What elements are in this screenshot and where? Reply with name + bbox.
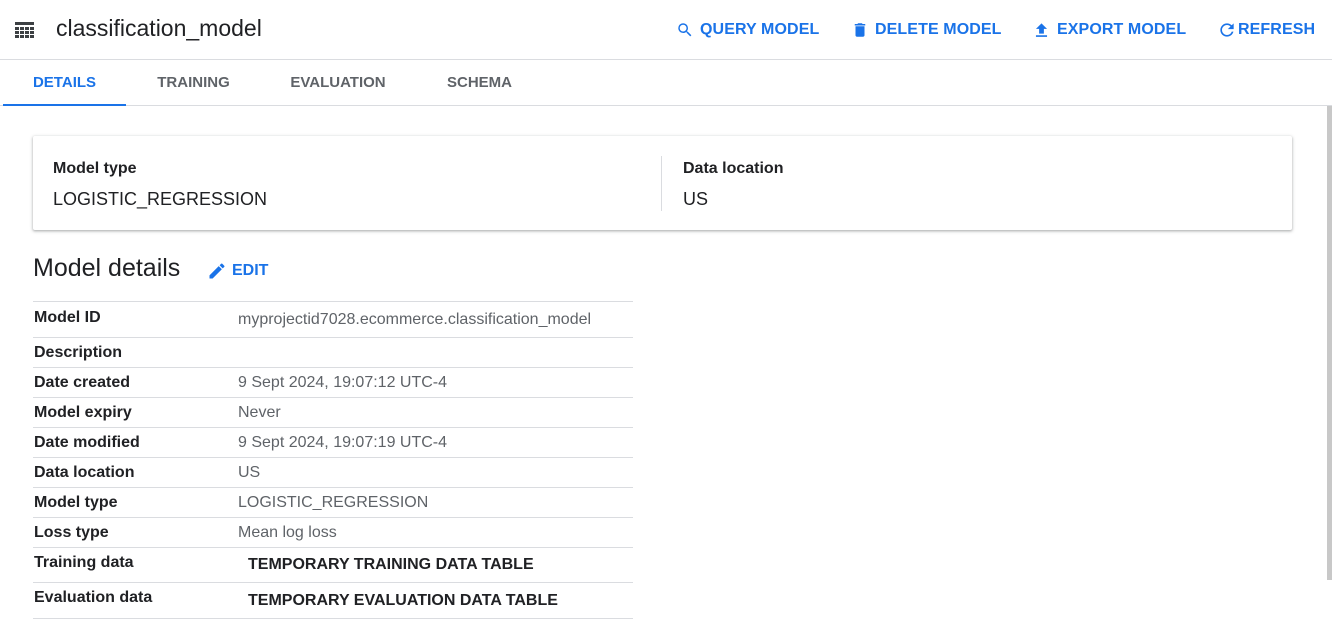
trash-icon (854, 23, 866, 37)
detail-key: Training data (34, 553, 134, 571)
model-details-table: Model ID myprojectid7028.ecommerce.class… (33, 301, 633, 619)
model-type-label: Model type (53, 160, 137, 177)
edit-label: EDIT (232, 262, 269, 279)
detail-key: Date modified (34, 433, 140, 451)
refresh-label: REFRESH (1238, 21, 1316, 38)
detail-value: 9 Sept 2024, 19:07:12 UTC-4 (238, 373, 448, 391)
detail-value: LOGISTIC_REGRESSION (238, 493, 429, 511)
delete-model-button[interactable]: DELETE MODEL (851, 17, 1002, 43)
detail-key: Model ID (34, 308, 101, 326)
detail-key: Data location (34, 463, 135, 481)
export-model-label: EXPORT MODEL (1057, 21, 1187, 38)
detail-value: Mean log loss (238, 523, 337, 541)
detail-value: US (238, 463, 261, 481)
tab-evaluation[interactable]: EVALUATION (270, 60, 406, 105)
pencil-icon (209, 263, 225, 279)
search-icon (678, 23, 692, 37)
details-row-loss-type: Loss type Mean log loss (33, 518, 633, 548)
detail-key: Loss type (34, 523, 109, 541)
refresh-icon (1220, 23, 1234, 37)
evaluation-data-link[interactable]: TEMPORARY EVALUATION DATA TABLE (248, 592, 558, 610)
tab-training[interactable]: TRAINING (132, 60, 255, 105)
tab-schema[interactable]: SCHEMA (425, 60, 534, 105)
details-row-description: Description (33, 338, 633, 368)
details-row-data-location: Data location US (33, 458, 633, 488)
query-model-button[interactable]: QUERY MODEL (676, 17, 819, 43)
model-type-value: LOGISTIC_REGRESSION (53, 189, 268, 209)
upload-icon (1035, 22, 1048, 37)
detail-value: Never (238, 403, 281, 421)
detail-key: Evaluation data (34, 589, 153, 606)
model-details-heading: Model details (33, 254, 181, 282)
data-location-label: Data location (683, 160, 784, 177)
tab-bar: DETAILS TRAINING EVALUATION SCHEMA (0, 60, 1332, 106)
details-row-model-id: Model ID myprojectid7028.ecommerce.class… (33, 302, 633, 338)
details-row-model-expiry: Model expiry Never (33, 398, 633, 428)
details-row-date-created: Date created 9 Sept 2024, 19:07:12 UTC-4 (33, 368, 633, 398)
tab-details[interactable]: DETAILS (3, 60, 126, 106)
details-row-date-modified: Date modified 9 Sept 2024, 19:07:19 UTC-… (33, 428, 633, 458)
details-row-model-type: Model type LOGISTIC_REGRESSION (33, 488, 633, 518)
card-divider (661, 156, 662, 211)
detail-key: Model expiry (34, 403, 132, 421)
query-model-label: QUERY MODEL (700, 21, 820, 38)
vertical-scrollbar[interactable] (1327, 106, 1332, 580)
details-row-evaluation-data: Evaluation data TEMPORARY EVALUATION DAT… (33, 583, 633, 619)
detail-value: myprojectid7028.ecommerce.classification… (238, 310, 592, 328)
export-model-button[interactable]: EXPORT MODEL (1032, 17, 1186, 43)
delete-model-label: DELETE MODEL (875, 21, 1002, 38)
table-grid-icon (15, 22, 34, 38)
details-row-training-data: Training data TEMPORARY TRAINING DATA TA… (33, 548, 633, 583)
summary-card: Model type LOGISTIC_REGRESSION Data loca… (33, 136, 1292, 230)
data-location-value: US (683, 189, 709, 209)
page-title: classification_model (56, 15, 262, 41)
detail-key: Date created (34, 373, 131, 391)
edit-button[interactable]: EDIT (207, 259, 268, 283)
detail-value: 9 Sept 2024, 19:07:19 UTC-4 (238, 433, 448, 451)
training-data-link[interactable]: TEMPORARY TRAINING DATA TABLE (248, 556, 534, 574)
detail-key: Description (34, 343, 123, 361)
refresh-button[interactable]: REFRESH (1217, 17, 1315, 43)
detail-key: Model type (34, 493, 118, 511)
model-header: classification_model QUERY MODEL DELETE … (0, 0, 1332, 60)
